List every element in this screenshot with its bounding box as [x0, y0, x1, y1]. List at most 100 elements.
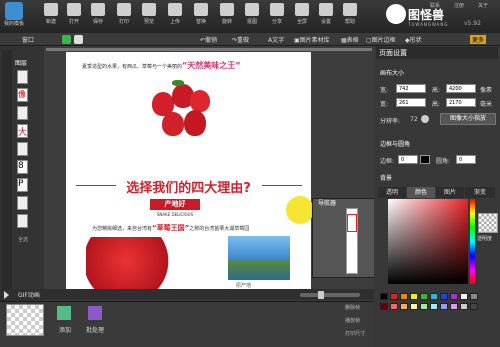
swatch[interactable] [380, 303, 388, 310]
replace-button[interactable]: 替换 [190, 2, 212, 25]
batch-icon[interactable] [88, 306, 102, 320]
tab-gradient[interactable]: 渐变 [465, 187, 495, 198]
border-color-swatch[interactable] [420, 155, 430, 164]
layer-thumb[interactable] [17, 214, 28, 228]
redo-button[interactable]: ↷重做 [232, 35, 249, 44]
settings-button[interactable]: 设置 [315, 2, 337, 25]
about-link[interactable]: 关于 [478, 2, 488, 9]
swatch[interactable] [380, 293, 388, 300]
hue-slider[interactable] [470, 199, 475, 284]
swatch[interactable] [460, 303, 468, 310]
print-button[interactable]: 打印 [113, 2, 135, 25]
help-icon [343, 3, 357, 16]
template-icon [5, 2, 23, 20]
swatch[interactable] [460, 293, 468, 300]
wechat-icon[interactable] [62, 35, 71, 44]
cutout-button[interactable]: 抠图 [241, 2, 263, 25]
select-all-button[interactable]: 全选 [18, 236, 28, 243]
navigator-viewport[interactable] [347, 214, 357, 232]
version-label: v5.92 [464, 20, 481, 27]
play-frame-link[interactable]: 播放帧 [345, 317, 360, 324]
shape-tool[interactable]: ◆形状 [405, 35, 422, 44]
zoom-slider-handle[interactable] [318, 291, 324, 299]
island-photo[interactable] [228, 236, 290, 280]
color-picker[interactable] [388, 199, 468, 284]
layer-thumb[interactable] [17, 196, 28, 210]
swatch[interactable] [440, 303, 448, 310]
tab-transparent[interactable]: 透明 [378, 187, 406, 198]
swatch[interactable] [440, 293, 448, 300]
print-size-link[interactable]: 打印尺寸 [345, 330, 365, 337]
tab-image[interactable]: 图片 [436, 187, 464, 198]
register-link[interactable]: 注册 [454, 2, 464, 9]
swatch[interactable] [400, 303, 408, 310]
gear-icon [319, 3, 333, 16]
play-icon[interactable] [4, 291, 9, 299]
border-input[interactable]: 0 [398, 155, 418, 164]
image-resize-button[interactable]: 图像大小指放 [440, 113, 496, 125]
qq-icon[interactable] [74, 35, 83, 44]
swatch[interactable] [420, 303, 428, 310]
window-menu[interactable]: 窗口 [22, 35, 34, 44]
strawberry-image[interactable] [146, 80, 216, 142]
swatch[interactable] [430, 293, 438, 300]
table-tool[interactable]: ▦表格 [341, 35, 359, 44]
save-button[interactable]: 保存 [87, 2, 109, 25]
height-px-input[interactable]: 4200 [446, 84, 476, 93]
layer-thumb[interactable] [17, 106, 28, 120]
layer-thumb[interactable]: 大 [17, 124, 28, 138]
fullscreen-button[interactable]: 全屏 [291, 2, 313, 25]
rotate-button[interactable]: 旋转 [216, 2, 238, 25]
new-button[interactable]: 新建 [40, 2, 62, 25]
swatch[interactable] [400, 293, 408, 300]
image-border-tool[interactable]: ▢图片边框 [366, 35, 396, 44]
layer-thumb[interactable]: 像 [17, 88, 28, 102]
swatch[interactable] [470, 293, 478, 300]
help-button[interactable]: 帮助 [339, 2, 361, 25]
add-frame-icon[interactable] [57, 306, 71, 320]
height-mm-input[interactable]: 2170 [446, 98, 476, 107]
new-file-icon [44, 3, 58, 16]
share-button[interactable]: 分享 [266, 2, 288, 25]
navigator-title: 导航器 [318, 200, 337, 207]
layer-text-glyph: 像 [18, 90, 26, 99]
tab-color[interactable]: 颜色 [407, 187, 435, 198]
headline: 选择我们的四大理由? [126, 181, 251, 196]
transparent-swatch[interactable] [478, 213, 498, 233]
gif-frame[interactable] [6, 304, 44, 336]
design-page[interactable]: 夏季造型的水果，有西瓜、草莓与一个美丽的“天然美味之王” 选择我们的四大理由? … [66, 52, 311, 297]
swatch[interactable] [450, 303, 458, 310]
swatch[interactable] [450, 293, 458, 300]
width-px-input[interactable]: 742 [396, 84, 426, 93]
open-button[interactable]: 打开 [63, 2, 85, 25]
gear-icon[interactable] [421, 115, 429, 123]
swatch[interactable] [410, 303, 418, 310]
radius-input[interactable]: 0 [456, 155, 476, 164]
width-mm-input[interactable]: 261 [396, 98, 426, 107]
zoom-slider[interactable] [300, 293, 360, 297]
text-tool[interactable]: A文字 [268, 35, 284, 44]
swatch[interactable] [420, 293, 428, 300]
swatch[interactable] [410, 293, 418, 300]
swatch[interactable] [470, 303, 478, 310]
more-button[interactable]: 更多 [470, 35, 487, 44]
add-frame-button[interactable]: 添加 [59, 325, 71, 334]
swatch[interactable] [390, 293, 398, 300]
layer-thumb[interactable] [17, 70, 28, 84]
undo-button[interactable]: ↶撤销 [200, 35, 217, 44]
layer-thumb[interactable]: P [17, 178, 28, 192]
swatch[interactable] [430, 303, 438, 310]
swatch[interactable] [390, 303, 398, 310]
layer-thumb[interactable] [17, 142, 28, 156]
image-library-tool[interactable]: ▣图片素材库 [294, 35, 330, 44]
preview-button[interactable]: 预览 [138, 2, 160, 25]
contact-link[interactable]: 联系 [430, 2, 440, 9]
strawberry-photo[interactable] [86, 237, 186, 297]
my-templates-button[interactable]: 我的模板 [2, 2, 26, 30]
resolution-value[interactable]: 72 [410, 116, 418, 123]
batch-button[interactable]: 批处理 [86, 325, 104, 334]
delete-frame-link[interactable]: 删除帧 [345, 304, 360, 311]
upload-button[interactable]: 上传 [164, 2, 186, 25]
layer-thumb[interactable]: 8 [17, 160, 28, 174]
gif-title: GIF动画 [18, 292, 40, 299]
